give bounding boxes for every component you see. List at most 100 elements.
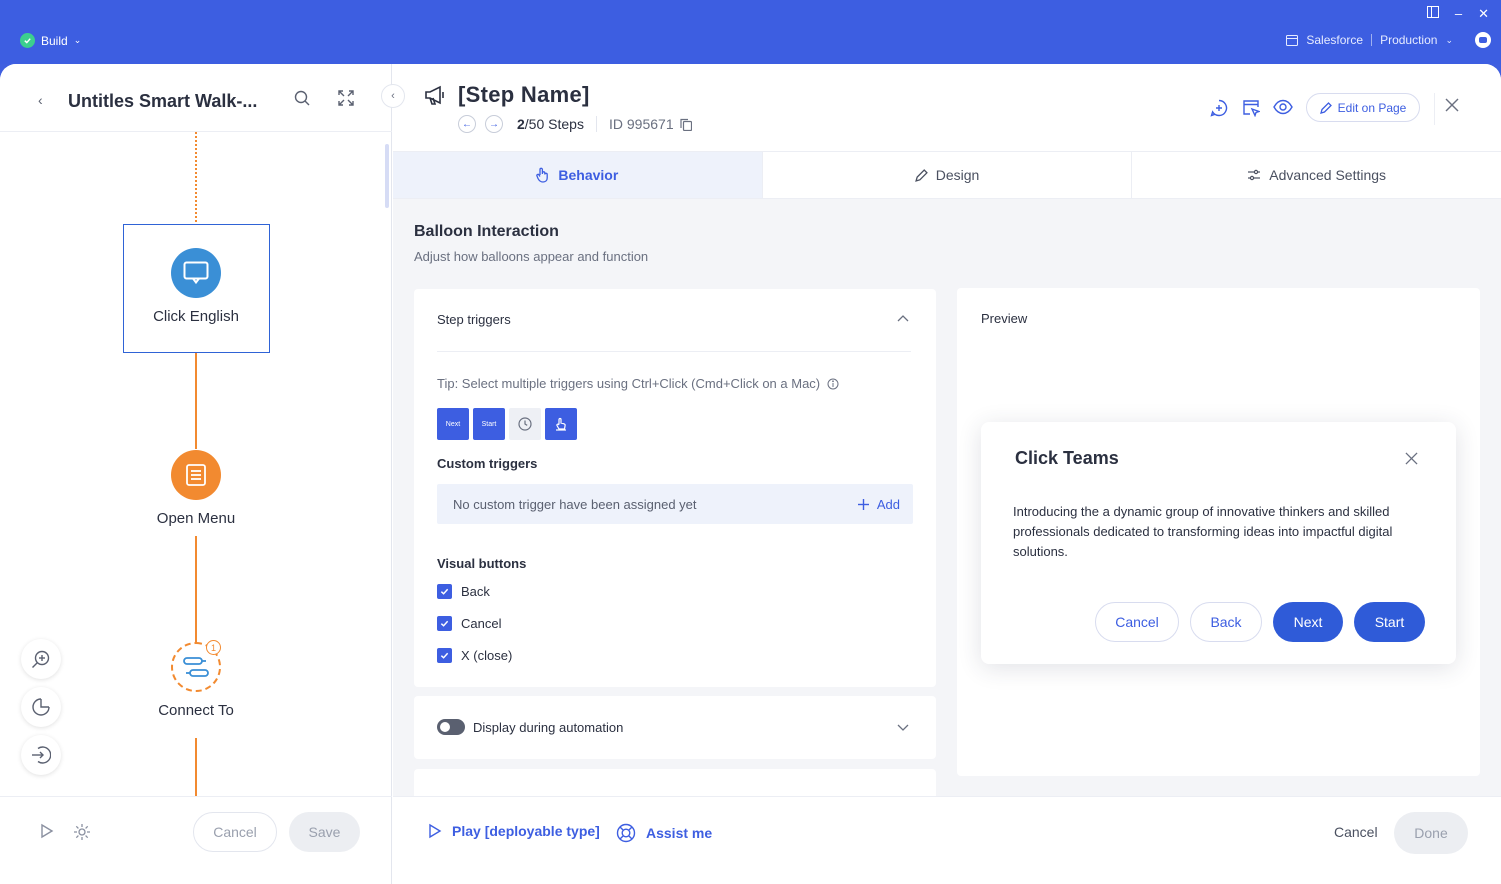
mode-label: Build <box>41 33 68 48</box>
lifebuoy-icon <box>616 823 636 843</box>
plus-icon <box>857 498 869 510</box>
flow-header: ‹ Untitles Smart Walk-... <box>0 64 392 132</box>
zoom-in-icon[interactable] <box>21 639 61 679</box>
next-step-icon[interactable]: → <box>485 115 503 133</box>
play-button[interactable]: Play [deployable type] <box>428 823 600 839</box>
balloon-preview: Click Teams Introducing the a dynamic gr… <box>981 422 1456 664</box>
add-comment-icon[interactable] <box>1210 99 1228 122</box>
trigger-timer-button[interactable] <box>509 408 541 440</box>
total-steps: /50 Steps <box>524 116 584 132</box>
step-name: [Step Name] <box>458 82 590 107</box>
window-icon <box>1286 34 1299 46</box>
info-icon[interactable] <box>827 378 839 390</box>
window-close-icon[interactable]: ✕ <box>1478 6 1489 22</box>
cancel-button[interactable]: Cancel <box>193 812 277 852</box>
close-icon[interactable] <box>1405 452 1418 470</box>
sliders-icon <box>1248 169 1261 181</box>
trigger-tip: Tip: Select multiple triggers using Ctrl… <box>437 376 839 391</box>
chat-icon[interactable] <box>1475 32 1491 48</box>
pencil-icon <box>1319 101 1332 114</box>
balloon-icon <box>171 248 221 298</box>
connector-line <box>195 738 197 797</box>
tab-design[interactable]: Design <box>763 152 1133 198</box>
balloon-start-button[interactable]: Start <box>1354 602 1425 642</box>
play-icon[interactable] <box>40 823 54 844</box>
preview-eye-icon[interactable] <box>1273 99 1293 120</box>
refresh-icon[interactable] <box>21 687 61 727</box>
custom-triggers-label: Custom triggers <box>437 456 538 471</box>
hand-pointer-icon <box>536 167 549 183</box>
trigger-element-click-button[interactable] <box>545 408 577 440</box>
next-card <box>414 769 936 796</box>
title-bar: Build ⌄ – ✕ Salesforce Production ⌄ <box>0 0 1501 64</box>
trigger-start-button[interactable]: Start <box>473 408 505 440</box>
node-label: Connect To <box>158 702 234 719</box>
chevron-up-icon[interactable] <box>897 311 909 325</box>
step-editor: [Step Name] ← → 2/50 Steps ID 995671 Edi… <box>393 64 1501 884</box>
checkbox-back[interactable]: Back <box>437 584 490 599</box>
checkbox-label: X (close) <box>461 648 513 663</box>
minimize-icon[interactable]: – <box>1455 6 1462 22</box>
flow-footer: Cancel Save <box>0 796 392 884</box>
checkbox-close[interactable]: X (close) <box>437 648 512 663</box>
play-icon <box>429 823 442 839</box>
chevron-down-icon: ⌄ <box>73 35 82 45</box>
sign-in-icon[interactable] <box>21 735 61 775</box>
editor-footer: Play [deployable type] Assist me Cancel … <box>393 796 1501 884</box>
editor-tabs: Behavior Design Advanced Settings <box>393 152 1501 199</box>
chevron-down-icon[interactable] <box>897 721 909 735</box>
checkbox-label: Back <box>461 584 490 599</box>
checkbox-cancel[interactable]: Cancel <box>437 616 501 631</box>
checkbox-checked-icon[interactable] <box>437 648 452 663</box>
trigger-next-button[interactable]: Next <box>437 408 469 440</box>
edit-on-page-button[interactable]: Edit on Page <box>1306 93 1420 122</box>
step-triggers-title: Step triggers <box>437 312 511 327</box>
tab-advanced-settings[interactable]: Advanced Settings <box>1132 152 1501 198</box>
megaphone-icon <box>424 84 446 111</box>
balloon-next-button[interactable]: Next <box>1273 602 1343 642</box>
search-icon[interactable] <box>294 90 310 111</box>
behavior-content: Balloon Interaction Adjust how balloons … <box>393 199 1501 796</box>
expand-icon[interactable] <box>338 90 354 111</box>
checkbox-checked-icon[interactable] <box>437 584 452 599</box>
save-button[interactable]: Save <box>289 812 360 852</box>
preview-label: Preview <box>981 311 1028 326</box>
tab-label: Design <box>935 167 980 183</box>
balloon-back-button[interactable]: Back <box>1190 602 1262 642</box>
done-button[interactable]: Done <box>1394 812 1468 854</box>
panel-toggle-icon[interactable] <box>1426 6 1439 22</box>
divider <box>1371 34 1373 46</box>
divider <box>437 351 911 352</box>
pencil-icon <box>914 168 928 182</box>
environment-selector[interactable]: Salesforce Production ⌄ <box>1286 33 1453 47</box>
copy-icon[interactable] <box>680 118 693 136</box>
add-trigger-button[interactable]: Add <box>857 496 900 512</box>
checkbox-checked-icon[interactable] <box>437 616 452 631</box>
list-icon[interactable] <box>171 450 221 500</box>
environment-label: Production <box>1380 33 1438 47</box>
automation-card: Display during automation <box>414 696 936 759</box>
custom-triggers-box: No custom trigger have been assigned yet… <box>437 484 913 524</box>
current-step: 2 <box>517 116 525 132</box>
cancel-button[interactable]: Cancel <box>1334 824 1378 840</box>
tab-label: Behavior <box>558 167 619 183</box>
mode-selector[interactable]: Build ⌄ <box>20 33 81 48</box>
section-title: Balloon Interaction <box>414 223 559 240</box>
window-controls: – ✕ <box>1426 6 1489 22</box>
balloon-cancel-button[interactable]: Cancel <box>1095 602 1179 642</box>
select-element-icon[interactable] <box>1242 99 1262 122</box>
automation-label: Display during automation <box>473 720 624 735</box>
close-icon[interactable] <box>1445 98 1459 117</box>
assist-me-button[interactable]: Assist me <box>616 823 712 843</box>
previous-step-icon[interactable]: ← <box>458 115 476 133</box>
gear-icon[interactable] <box>73 823 91 846</box>
canvas-tools <box>21 639 61 775</box>
tab-behavior[interactable]: Behavior <box>393 152 763 198</box>
automation-toggle[interactable] <box>437 719 465 735</box>
flow-panel: ‹ Untitles Smart Walk-... Click English … <box>0 64 392 884</box>
back-icon[interactable]: ‹ <box>38 92 43 108</box>
add-label: Add <box>876 496 900 512</box>
tab-label: Advanced Settings <box>1269 167 1387 183</box>
collapse-panel-icon[interactable]: ‹ <box>381 84 405 108</box>
step-header: [Step Name] ← → 2/50 Steps ID 995671 Edi… <box>393 64 1501 152</box>
